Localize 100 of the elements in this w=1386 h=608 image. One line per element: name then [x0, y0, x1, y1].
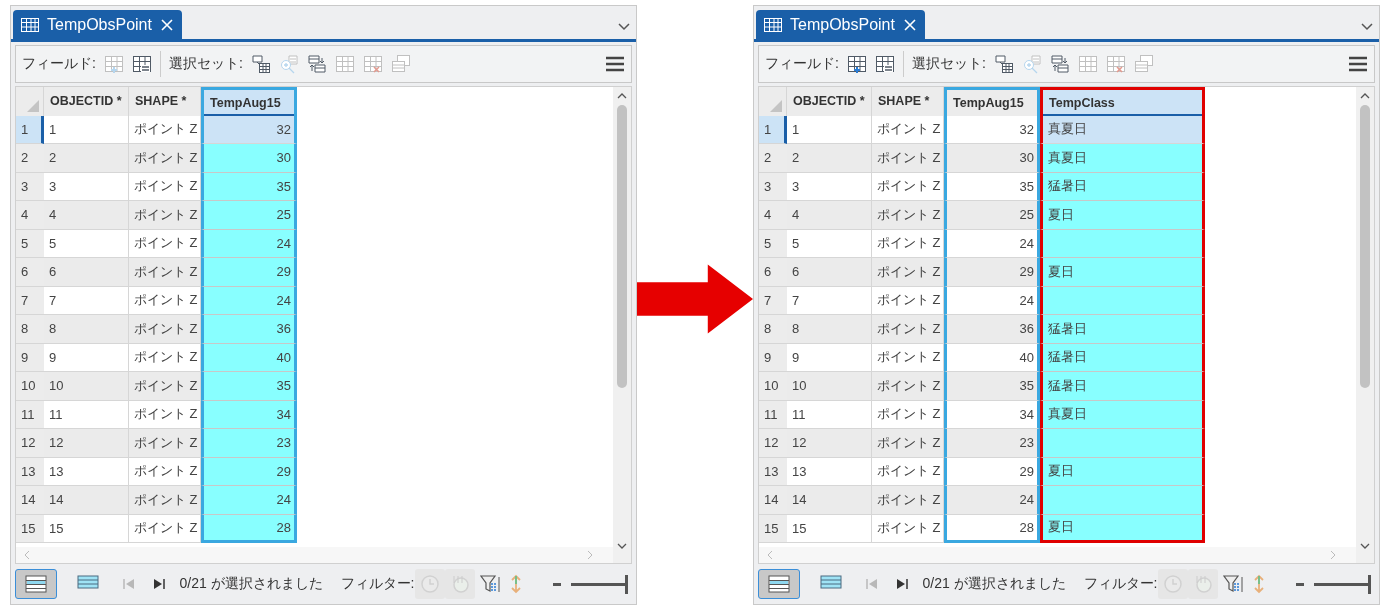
corner-triangle-icon [27, 99, 39, 112]
switch-selection-icon[interactable] [1049, 54, 1070, 74]
row-number[interactable]: 4 [759, 201, 787, 230]
row-number[interactable]: 8 [759, 315, 787, 344]
row-number[interactable]: 7 [759, 286, 787, 315]
row-number[interactable]: 1 [759, 115, 787, 144]
row-number[interactable]: 6 [759, 258, 787, 287]
table-cell: ポイント Z [872, 201, 944, 230]
row-number[interactable]: 11 [16, 400, 44, 429]
row-number[interactable]: 6 [16, 258, 44, 287]
table-cell: ポイント Z [129, 115, 201, 144]
table-cell: 24 [944, 486, 1040, 515]
table-select-icon[interactable] [993, 54, 1014, 74]
filter-icon[interactable] [1222, 574, 1243, 594]
horizontal-scrollbar[interactable] [16, 547, 613, 563]
vertical-scrollbar[interactable] [613, 87, 631, 563]
table-cell: 36 [201, 315, 297, 344]
row-number[interactable]: 14 [759, 486, 787, 515]
row-number[interactable]: 10 [16, 372, 44, 401]
table-cell: 10 [44, 372, 129, 401]
table-cell: 10 [787, 372, 872, 401]
column-header[interactable]: OBJECTID * [44, 87, 129, 116]
column-header[interactable]: TempClass [1040, 87, 1205, 116]
row-number[interactable]: 9 [16, 343, 44, 372]
table-icon [764, 17, 782, 32]
scrollbar-thumb[interactable] [617, 105, 627, 388]
row-number[interactable]: 1 [16, 115, 44, 144]
table-cell: 8 [44, 315, 129, 344]
view-button[interactable] [15, 569, 58, 599]
chevron-down-icon[interactable] [1361, 23, 1373, 31]
row-number[interactable]: 4 [16, 201, 44, 230]
table-cell: 34 [944, 400, 1040, 429]
tab[interactable]: TempObsPoint [13, 10, 182, 39]
row-number[interactable]: 11 [759, 400, 787, 429]
slider-thumb[interactable] [625, 574, 628, 594]
table-cell: 35 [201, 172, 297, 201]
calculate-field-icon[interactable] [874, 54, 895, 74]
table-cell: ポイント Z [872, 258, 944, 287]
table-cell: 24 [944, 229, 1040, 258]
menu-icon[interactable] [1348, 56, 1368, 72]
row-number[interactable]: 9 [759, 343, 787, 372]
minus-icon[interactable] [1295, 582, 1304, 586]
chevron-down-icon[interactable] [618, 23, 630, 31]
column-header[interactable]: SHAPE * [872, 87, 944, 116]
chevron-right-icon [1330, 550, 1336, 560]
table-cell: 7 [787, 286, 872, 315]
row-number[interactable]: 7 [16, 286, 44, 315]
column-header[interactable]: OBJECTID * [787, 87, 872, 116]
column-header[interactable]: TempAug15 [944, 87, 1040, 116]
minus-icon[interactable] [552, 582, 561, 586]
table-cell: 5 [44, 229, 129, 258]
table-cell: 29 [201, 457, 297, 486]
row-number[interactable]: 5 [16, 229, 44, 258]
row-number[interactable]: 15 [16, 514, 44, 543]
row-number[interactable]: 12 [16, 429, 44, 458]
scrollbar-thumb[interactable] [1360, 105, 1370, 388]
corner-triangle-icon [770, 99, 782, 112]
table-cell: 6 [44, 258, 129, 287]
column-header[interactable]: TempAug15 [201, 87, 297, 116]
row-number[interactable]: 8 [16, 315, 44, 344]
slider-thumb[interactable] [1368, 574, 1371, 594]
table-cell: ポイント Z [129, 229, 201, 258]
table-cell: 15 [787, 514, 872, 543]
calculate-field-icon[interactable] [131, 54, 152, 74]
table-cell: 猛暑日 [1040, 172, 1205, 201]
last-record-icon[interactable] [896, 578, 909, 590]
table-cell: ポイント Z [872, 286, 944, 315]
row-number[interactable]: 5 [759, 229, 787, 258]
tab[interactable]: TempObsPoint [756, 10, 925, 39]
view-button[interactable] [758, 569, 801, 599]
row-number[interactable]: 3 [759, 172, 787, 201]
row-number[interactable]: 13 [16, 457, 44, 486]
vertical-scrollbar[interactable] [1356, 87, 1374, 563]
row-number[interactable]: 15 [759, 514, 787, 543]
row-number[interactable]: 14 [16, 486, 44, 515]
row-number[interactable]: 2 [16, 144, 44, 173]
row-number[interactable]: 13 [759, 457, 787, 486]
last-record-icon[interactable] [153, 578, 166, 590]
filter-icon[interactable] [479, 574, 500, 594]
table-cell: 29 [201, 258, 297, 287]
chevron-up-icon [617, 93, 627, 99]
add-field-icon[interactable] [846, 54, 867, 74]
table-cell: ポイント Z [129, 315, 201, 344]
row-number[interactable]: 12 [759, 429, 787, 458]
switch-selection-icon[interactable] [306, 54, 327, 74]
table-cell: 24 [944, 286, 1040, 315]
table-select-icon[interactable] [250, 54, 271, 74]
table-cell: 4 [787, 201, 872, 230]
table-cell: ポイント Z [872, 115, 944, 144]
table-cell: 24 [201, 486, 297, 515]
menu-icon[interactable] [605, 56, 625, 72]
close-icon[interactable] [159, 17, 174, 32]
horizontal-scrollbar[interactable] [759, 547, 1356, 563]
column-header[interactable]: SHAPE * [129, 87, 201, 116]
row-number[interactable]: 10 [759, 372, 787, 401]
close-icon[interactable] [902, 17, 917, 32]
table-cell: 35 [944, 372, 1040, 401]
row-number[interactable]: 2 [759, 144, 787, 173]
table-cell: ポイント Z [872, 514, 944, 543]
row-number[interactable]: 3 [16, 172, 44, 201]
